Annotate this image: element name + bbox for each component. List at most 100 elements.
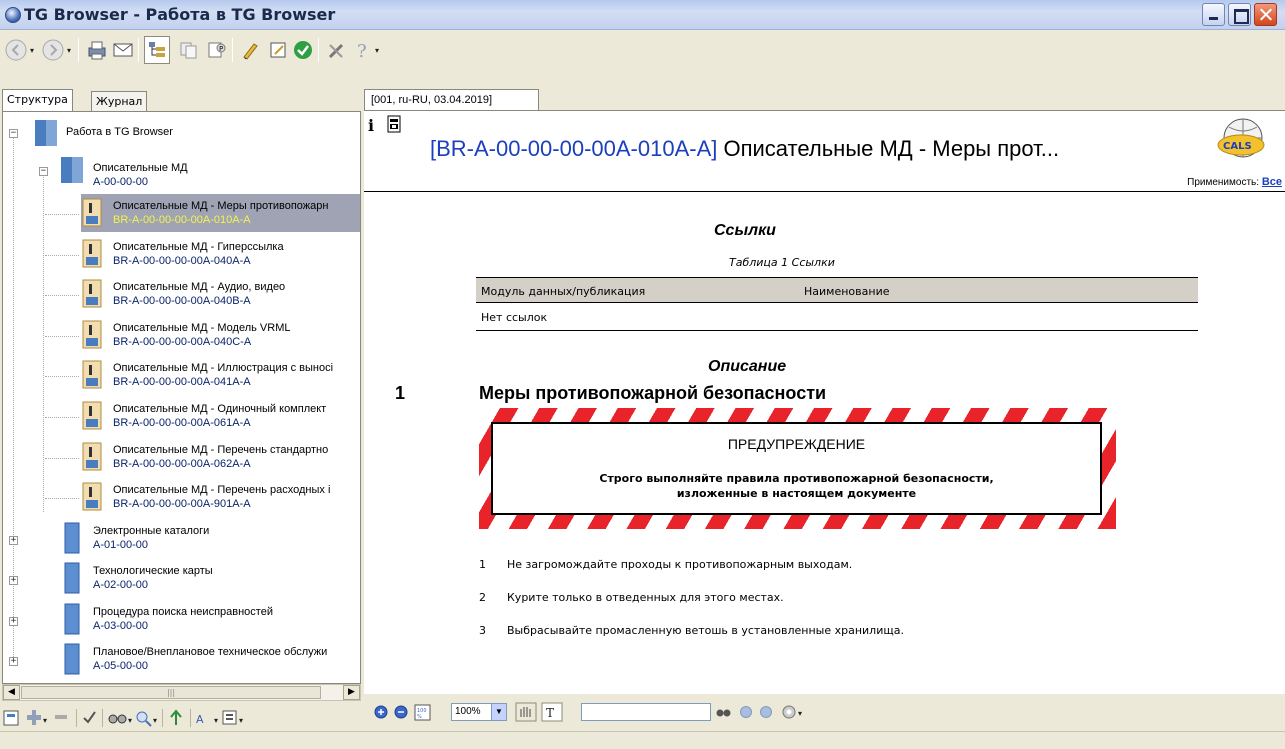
tab-document[interactable]: [001, ru-RU, 03.04.2019] [364,89,539,111]
page-icon[interactable] [3,710,19,726]
document-view: i [BR-A-00-00-00-00A-010A-A] Описательны… [364,110,1285,694]
tree-guide-line [45,417,79,418]
data-module-code: [BR-A-00-00-00-00A-010A-A] [430,136,718,161]
tree-horizontal-scrollbar[interactable]: ◀ ||| ▶ [2,684,361,701]
search-input[interactable] [581,703,711,721]
toolbar-separator [318,38,319,62]
pen-icon[interactable] [238,36,264,64]
tree-guide-line [45,335,79,337]
find-icon[interactable] [716,709,731,717]
list-item: 1 Не загромождайте проходы к противопожар… [479,558,853,571]
next-hit-icon[interactable] [760,706,772,718]
expand-icon[interactable]: + [9,656,18,666]
book-icon [62,642,82,679]
svg-text:▾: ▾ [128,716,132,725]
tree-guide-line [43,172,44,512]
tree-module-item[interactable]: Описательные МД - Иллюстрация с выносі BR… [81,356,360,394]
tree-root-label: Работа в TG Browser [66,126,173,138]
help-icon[interactable]: ? [350,36,376,64]
tree-module-item[interactable]: Описательные МД - Меры противопожарн BR-A… [81,194,360,232]
search-icon[interactable]: ▾ [136,711,157,727]
zoom-select[interactable]: 100% ▼ [451,703,507,721]
tree-module-item[interactable]: Описательные МД - Перечень расходных і BR… [81,478,360,516]
font-icon[interactable]: A ▾ [196,713,218,726]
tree-module-label: Описательные МД - Меры противопожарн [113,200,329,212]
tree-module-item[interactable]: Описательные МД - Одиночный комплект BR-A… [81,397,360,435]
edit-note-icon[interactable] [266,36,292,64]
tree-module-item[interactable]: Описательные МД - Аудио, видео BR-A-00-00… [81,275,360,313]
maximize-button[interactable] [1228,3,1251,26]
tree-module-item[interactable]: Описательные МД - Перечень стандартно BR-… [81,438,360,476]
tools-icon[interactable] [324,36,350,64]
prev-hit-icon[interactable] [740,706,752,718]
expand-icon[interactable]: + [9,536,18,545]
applicability-link[interactable]: Все [1262,176,1282,188]
toolbar-separator [78,38,79,62]
applicability-label: Применимость: [1187,177,1260,188]
step-title: Меры противопожарной безопасности [479,383,827,403]
tree-module-label: Описательные МД - Иллюстрация с выносі [113,362,334,375]
svg-text:▾: ▾ [239,716,243,725]
tab-structure[interactable]: Структура [2,89,73,111]
close-button[interactable] [1254,3,1277,26]
scroll-right-icon[interactable]: ▶ [343,685,360,700]
forward-icon[interactable] [40,36,66,64]
tree-module-item[interactable]: Описательные МД - Гиперссылка BR-A-00-00-… [81,235,360,273]
check-icon[interactable] [290,36,316,64]
tree-book-label: Технологические карты [93,565,213,578]
collapse-icon[interactable]: − [9,129,18,138]
scroll-left-icon[interactable]: ◀ [3,685,20,700]
back-dropdown-icon[interactable]: ▾ [30,46,34,55]
email-icon[interactable] [110,36,136,64]
add-icon[interactable]: ▾ [27,710,47,725]
references-heading: Ссылки [714,222,776,239]
properties-icon[interactable]: P [204,36,230,64]
svg-text:?: ? [357,41,367,60]
hand-icon[interactable] [515,702,537,722]
tree-book-label: Плановое/Внеплановое техническое обслужи [93,645,328,658]
binoculars-icon[interactable]: ▾ [108,714,132,725]
main-toolbar: ▾ ▾ P ? ▾ [0,32,1285,87]
export-icon[interactable] [170,709,182,725]
no-references-text: Нет ссылок [481,311,548,324]
print-doc-icon[interactable] [386,115,402,136]
expand-icon[interactable]: + [9,576,18,586]
minimize-button[interactable] [1202,3,1225,26]
warning-heading: ПРЕДУПРЕЖДЕНИЕ [727,436,866,452]
expand-icon[interactable]: + [9,616,18,626]
svg-text:▾: ▾ [153,716,157,725]
chevron-down-icon[interactable]: ▼ [491,704,506,720]
print-icon[interactable] [84,36,110,64]
text-select-icon[interactable]: T [541,702,563,722]
checkmark-icon[interactable] [83,711,96,724]
tree-book-code: A-03-00-00 [93,619,149,632]
remove-icon[interactable] [55,715,67,719]
tree-guide-line [45,498,79,500]
zoom-out-icon[interactable] [394,705,408,719]
tree-module-item[interactable]: Описательные МД - Модель VRML BR-A-00-00-… [81,316,360,354]
help-dropdown-icon[interactable]: ▾ [375,46,379,55]
tree-guide-line [45,295,79,297]
zoom-in-icon[interactable] [374,705,388,719]
back-icon[interactable] [3,36,29,64]
collapse-icon[interactable]: − [39,167,48,176]
forward-dropdown-icon[interactable]: ▾ [67,46,71,55]
status-bar [0,731,1285,749]
copy-icon[interactable] [176,36,202,64]
book-icon [62,602,82,639]
svg-text:▾: ▾ [798,709,802,718]
filter-icon[interactable]: ▾ [222,710,243,725]
tree-toggle-icon[interactable] [144,36,170,64]
info-icon[interactable]: i [368,116,374,135]
header-divider [364,191,1285,192]
tab-journal[interactable]: Журнал [91,91,148,111]
book-icon [62,521,82,558]
svg-text:T: T [546,706,554,720]
structure-tree: − Работа в TG Browser − Описательные МД … [2,111,361,684]
zoom-value: 100% [455,706,481,717]
left-tab-strip: Структура Журнал [0,89,360,111]
options-icon[interactable]: ▾ [782,705,802,719]
tree-group-code: A-00-00-00 [93,176,149,188]
fit-page-icon[interactable]: 100% [414,704,431,721]
scroll-thumb[interactable]: ||| [21,686,321,699]
